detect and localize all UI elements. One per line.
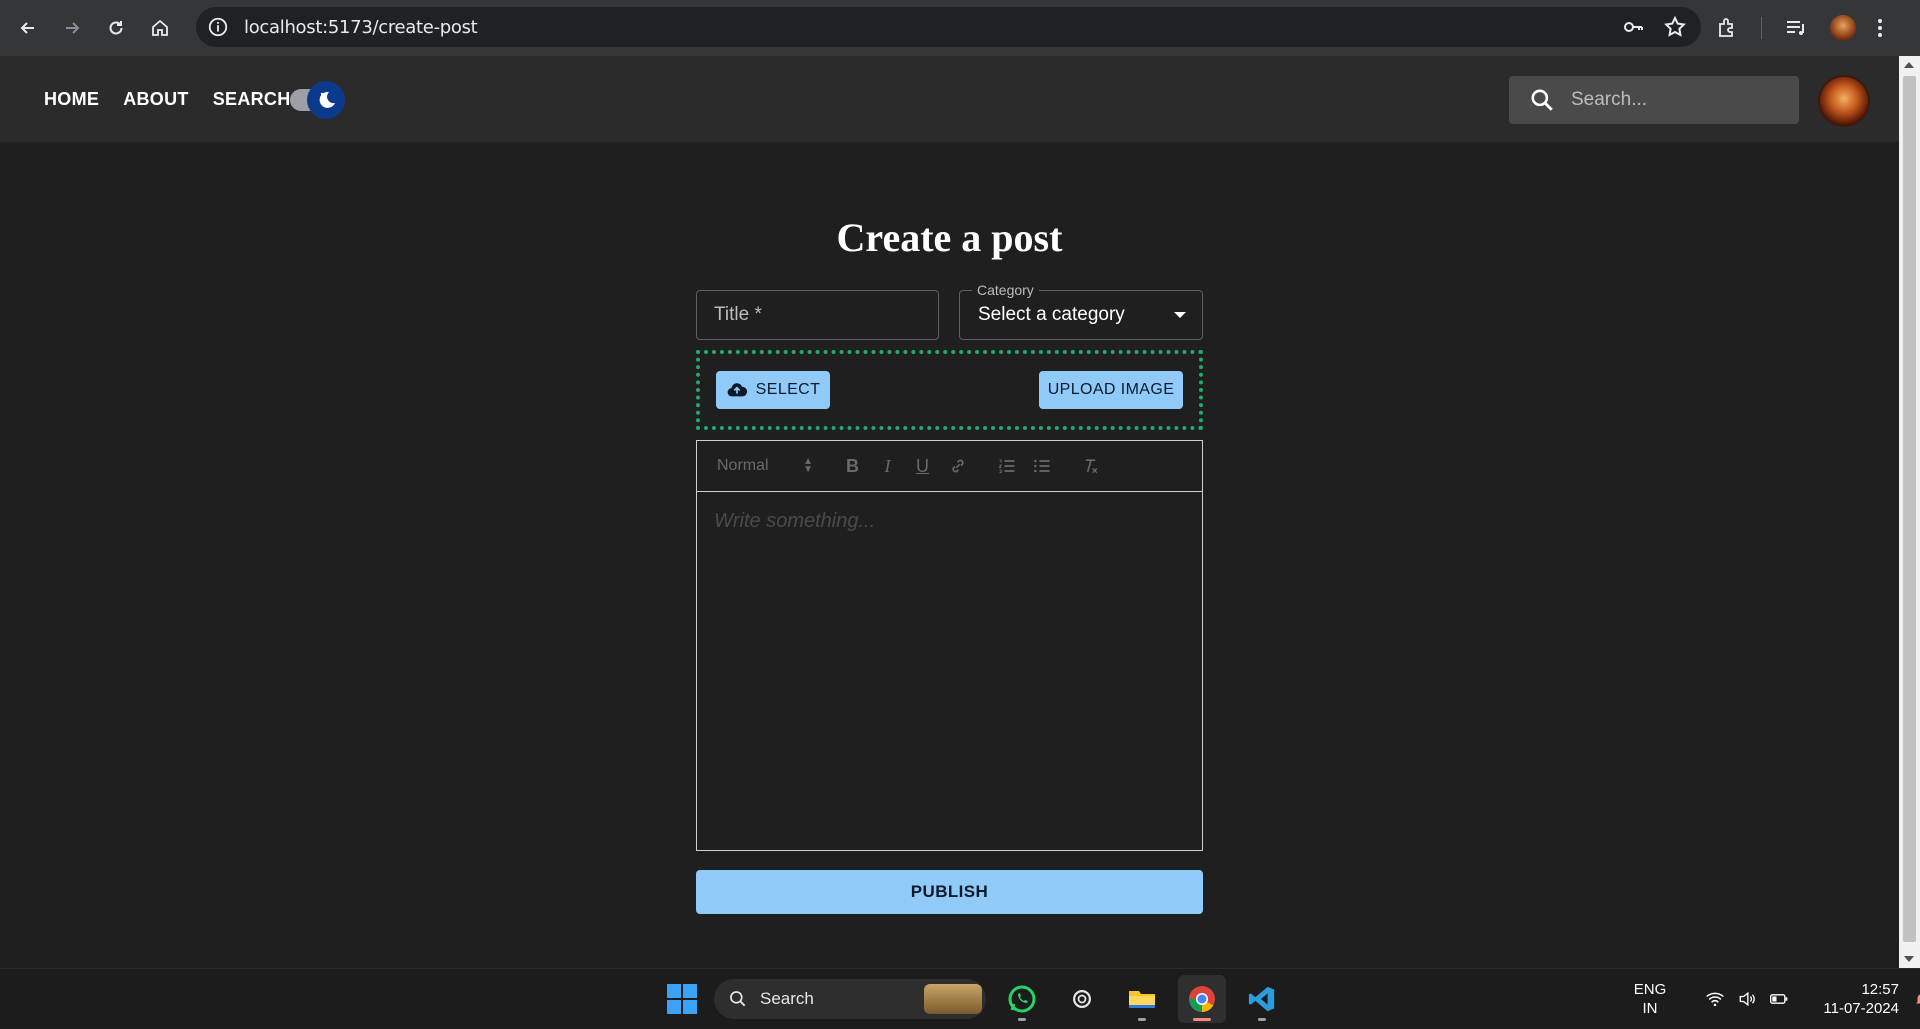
volume-icon[interactable] (1737, 989, 1757, 1009)
heading-format-value: Normal (717, 457, 769, 474)
clock-time: 12:57 (1861, 981, 1899, 998)
back-arrow-icon (20, 22, 34, 34)
header-search-input[interactable] (1571, 89, 1771, 111)
select-file-button[interactable]: SELECT (716, 371, 830, 409)
heading-format-select[interactable]: Normal ▲ ▼ (717, 457, 821, 475)
url-text[interactable]: localhost:5173/create-post (244, 17, 478, 38)
nav-home-link[interactable]: HOME (44, 89, 99, 110)
main-nav: HOME ABOUT SEARCH (44, 56, 291, 142)
lang-region: IN (1642, 1000, 1658, 1017)
bookmark-star-icon[interactable] (1663, 15, 1687, 39)
page-viewport: HOME ABOUT SEARCH Create a post Title * … (0, 56, 1920, 968)
browser-toolbar: localhost:5173/create-post (0, 0, 1920, 56)
search-highlight-image (924, 984, 982, 1014)
address-bar[interactable]: localhost:5173/create-post (196, 7, 1701, 47)
select-arrows-icon: ▲ ▼ (803, 456, 813, 475)
reload-button[interactable] (94, 0, 138, 56)
notification-bell-icon[interactable] (1913, 990, 1920, 1008)
editor-toolbar: Normal ▲ ▼ B I U (697, 441, 1202, 492)
forward-arrow-icon (66, 22, 80, 34)
home-icon (152, 19, 168, 36)
create-post-form: Title * Category Select a category SELEC… (696, 282, 1203, 914)
reading-list-icon[interactable] (1784, 16, 1808, 40)
category-value: Select a category (978, 304, 1125, 325)
scroll-up-icon[interactable] (1904, 62, 1914, 68)
bold-icon[interactable]: B (835, 456, 870, 477)
taskbar-search[interactable]: Search (714, 979, 986, 1019)
page-scrollbar[interactable] (1899, 56, 1920, 968)
image-upload-area: SELECT UPLOAD IMAGE (696, 350, 1203, 430)
nav-about-link[interactable]: ABOUT (123, 89, 189, 110)
link-icon[interactable] (940, 456, 975, 476)
underline-icon[interactable]: U (905, 456, 940, 477)
vscode-icon[interactable] (1238, 975, 1286, 1023)
whatsapp-icon[interactable] (998, 975, 1046, 1023)
profile-avatar[interactable] (1830, 15, 1856, 41)
search-icon (1531, 89, 1553, 111)
clear-format-icon[interactable] (1073, 456, 1108, 476)
battery-icon[interactable] (1769, 989, 1789, 1009)
moon-icon (319, 91, 335, 108)
file-explorer-icon[interactable] (1118, 975, 1166, 1023)
nav-search-link[interactable]: SEARCH (213, 89, 291, 110)
editor-content-area[interactable]: Write something... (697, 492, 1202, 551)
clock-date: 11-07-2024 (1823, 1000, 1899, 1017)
language-indicator[interactable]: ENG IN (1625, 980, 1675, 1018)
scrollbar-thumb[interactable] (1903, 76, 1916, 942)
publish-button[interactable]: PUBLISH (696, 870, 1203, 914)
header-search-box[interactable] (1509, 76, 1799, 124)
category-select[interactable]: Category Select a category (959, 282, 1203, 340)
system-clock[interactable]: 12:57 11-07-2024 (1809, 980, 1899, 1018)
home-button[interactable] (138, 0, 182, 56)
rich-text-editor: Normal ▲ ▼ B I U Write something... (696, 440, 1203, 851)
extensions-icon[interactable] (1715, 16, 1739, 40)
back-button[interactable] (6, 0, 50, 56)
scroll-down-icon[interactable] (1904, 956, 1914, 962)
cloud-upload-icon (727, 383, 747, 397)
category-label: Category (972, 282, 1039, 298)
wifi-icon[interactable] (1705, 989, 1725, 1009)
title-input[interactable]: Title * (696, 290, 939, 340)
page-title: Create a post (836, 215, 1063, 260)
lang-primary: ENG (1633, 981, 1667, 998)
chatgpt-icon[interactable] (1058, 975, 1106, 1023)
user-avatar[interactable] (1818, 75, 1870, 127)
password-key-icon[interactable] (1621, 15, 1645, 39)
theme-toggle[interactable] (288, 81, 348, 119)
bullet-list-icon[interactable] (1024, 456, 1059, 476)
italic-icon[interactable]: I (870, 456, 905, 477)
taskbar-search-label: Search (760, 989, 814, 1008)
app-header: HOME ABOUT SEARCH (0, 56, 1899, 142)
site-info-icon[interactable] (206, 15, 230, 39)
chrome-icon[interactable] (1178, 975, 1226, 1023)
toggle-thumb (307, 81, 345, 119)
upload-image-button[interactable]: UPLOAD IMAGE (1039, 371, 1183, 409)
windows-start-icon[interactable] (662, 979, 702, 1019)
reload-icon (109, 21, 123, 35)
browser-menu-icon[interactable] (1878, 19, 1882, 37)
forward-button[interactable] (50, 0, 94, 56)
search-icon (730, 991, 746, 1007)
select-button-label: SELECT (755, 381, 821, 398)
os-taskbar: Search ENG IN 12:57 11-07-2024 (0, 968, 1920, 1028)
dropdown-caret-icon (1174, 312, 1186, 318)
toolbar-separator (1761, 17, 1762, 39)
ordered-list-icon[interactable] (989, 456, 1024, 476)
